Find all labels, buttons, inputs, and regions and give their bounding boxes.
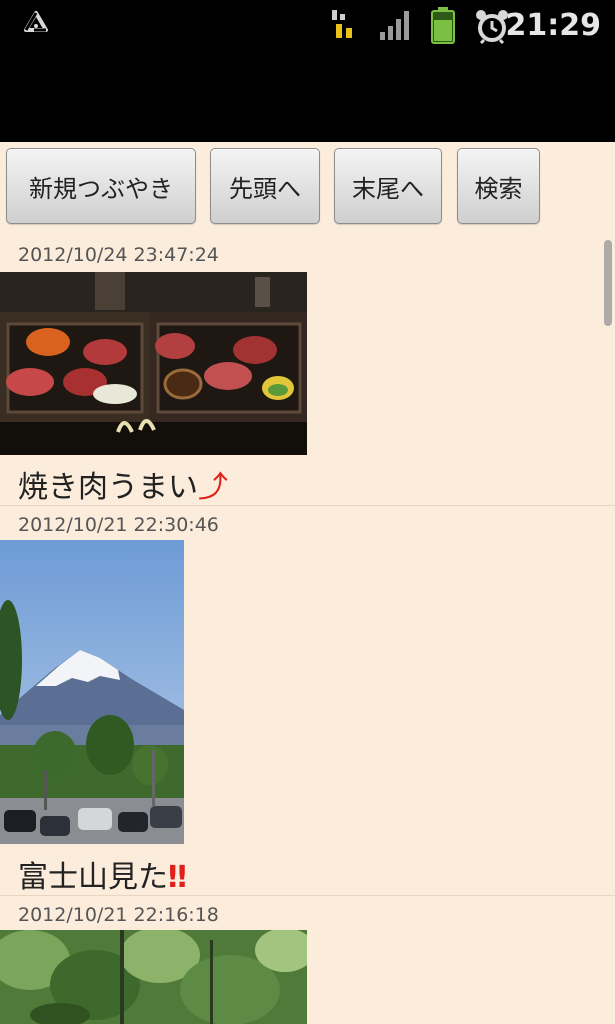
status-bar: 21:29 [0,0,615,52]
post-timestamp: 2012/10/21 22:16:18 [18,904,219,926]
toolbar: 新規つぶやき 先頭へ 末尾へ 検索 [0,142,615,234]
scrollbar-thumb[interactable] [604,240,612,326]
post-text: 焼き肉うまい [18,470,198,505]
search-button[interactable]: 検索 [457,148,540,224]
go-to-top-button[interactable]: 先頭へ [210,148,320,224]
double-exclamation-emoji-icon: ‼ [168,860,187,895]
divider [0,505,615,506]
post-text: 富士山見た [18,860,168,895]
go-to-end-button[interactable]: 末尾へ [334,148,442,224]
post-caption: 焼き肉うまい⤴ [18,462,228,506]
battery-icon [431,7,455,44]
signal-icon [380,11,409,40]
post-timestamp: 2012/10/21 22:30:46 [18,514,219,536]
post-caption: 富士山見た‼ [18,852,187,896]
divider [0,895,615,896]
data-signal-icon [332,10,352,38]
title-area [0,52,615,142]
recycle-icon [24,11,48,32]
new-post-button[interactable]: 新規つぶやき [6,148,196,224]
post-timestamp: 2012/10/24 23:47:24 [18,244,219,266]
clock-time: 21:29 [505,8,602,43]
grilled-meat-photo[interactable] [0,272,307,455]
green-trees-photo[interactable] [0,930,307,1024]
mount-fuji-photo[interactable] [0,540,184,844]
up-arrow-emoji-icon: ⤴ [198,470,228,505]
